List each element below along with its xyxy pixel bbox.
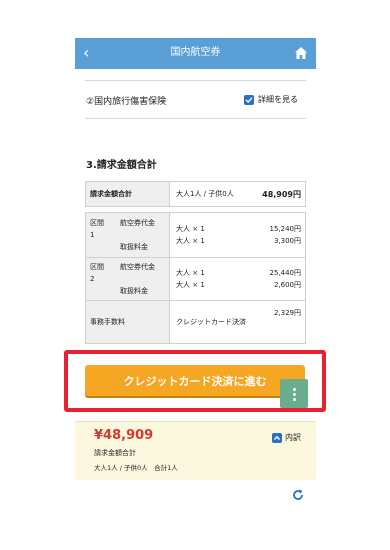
total-pax: 大人1人 / 子供0人	[169, 181, 251, 207]
top-navigation-bar: ‹ 国内航空券	[75, 38, 316, 69]
billing-detail-table: 区間1 航空券代金 取扱料金 大人 × 1 大人 × 1 15,240円 3,30…	[85, 212, 306, 344]
section-title-billing: 3.請求金額合計	[86, 160, 157, 171]
fee-label: 事務手数料	[85, 300, 170, 344]
total-amount: 48,909円	[250, 181, 307, 207]
total-label: 請求金額合計	[85, 181, 170, 207]
item-name: 航空券代金	[120, 263, 155, 271]
table-row: 区間1 航空券代金 取扱料金 大人 × 1 大人 × 1 15,240円 3,30…	[85, 212, 306, 258]
home-icon[interactable]	[294, 46, 308, 60]
item-amount: 3,300円	[273, 237, 301, 245]
item-qty: 大人 × 1	[176, 269, 205, 277]
item-amount: 2,600円	[273, 281, 301, 289]
item-name: 航空券代金	[120, 219, 155, 227]
fee-amount: 2,329円	[257, 300, 306, 344]
billing-total-table: 請求金額合計 大人1人 / 子供0人 48,909円	[85, 181, 307, 207]
breakdown-label: 内訳	[285, 433, 301, 442]
page-title: 国内航空券	[170, 47, 221, 58]
item-amount: 25,440円	[269, 269, 302, 277]
divider	[85, 80, 306, 81]
item-name: 取扱料金	[120, 243, 148, 251]
item-qty: 大人 × 1	[176, 237, 205, 245]
chevron-up-icon[interactable]	[272, 432, 282, 443]
divider	[85, 118, 306, 119]
highlight-box	[64, 350, 326, 412]
item-qty: 大人 × 1	[176, 225, 205, 233]
section-label: 区間1	[90, 219, 104, 239]
summary-label: 請求金額合計	[94, 449, 136, 457]
insurance-label: ②国内旅行傷害保険	[86, 97, 167, 107]
insurance-detail-toggle[interactable]: 詳細を見る	[244, 94, 298, 105]
total-price: ¥48,909	[94, 428, 154, 443]
detail-toggle-label: 詳細を見る	[258, 95, 298, 104]
summary-people: 大人1人 / 子供0人 合計1人	[94, 464, 178, 472]
item-amount: 15,240円	[269, 225, 302, 233]
section-2-cell: 区間2 航空券代金 取扱料金	[85, 257, 170, 301]
refresh-icon[interactable]	[291, 488, 305, 502]
table-row: 区間2 航空券代金 取扱料金 大人 × 1 大人 × 1 25,440円 2,60…	[85, 257, 306, 301]
table-row: 請求金額合計 大人1人 / 子供0人 48,909円	[85, 181, 307, 207]
fee-desc: クレジットカード決済	[169, 300, 257, 344]
section-label: 区間2	[90, 263, 104, 283]
item-qty: 大人 × 1	[176, 281, 205, 289]
breakdown-toggle[interactable]: 内訳	[272, 432, 301, 443]
item-name: 取扱料金	[120, 287, 148, 295]
phone-screen: ‹ 国内航空券 ②国内旅行傷害保険 詳細を見る 3.請求金額合計 請求金額合計 …	[75, 38, 316, 510]
total-summary-panel: ¥48,909 請求金額合計 大人1人 / 子供0人 合計1人 内訳	[75, 421, 316, 480]
checkbox-checked-icon[interactable]	[244, 94, 254, 105]
table-row: 事務手数料 クレジットカード決済 2,329円	[85, 300, 306, 344]
section-1-cell: 区間1 航空券代金 取扱料金	[85, 212, 170, 258]
